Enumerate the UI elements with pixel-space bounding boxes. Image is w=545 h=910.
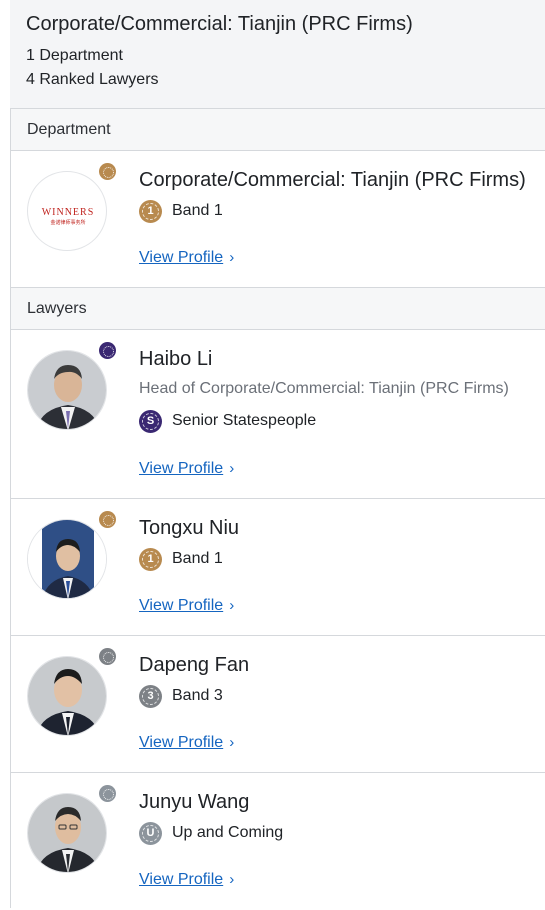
department-count: 1 Department [26, 47, 123, 64]
lawyer-photo [27, 656, 107, 736]
lawyer-band: U Up and Coming [139, 821, 283, 845]
firm-logo: WINNERS 金诺律师事务所 [27, 171, 107, 251]
view-profile-link[interactable]: View Profile › [139, 870, 234, 890]
view-profile-label: View Profile [139, 460, 224, 477]
lawyer-photo [27, 793, 107, 873]
rankings-panel: Department WINNERS 金诺律师事务所 Corporate/Com… [10, 108, 545, 908]
section-header-lawyers: Lawyers [11, 288, 545, 330]
section-header-department: Department [11, 109, 545, 151]
band-label: Band 1 [172, 550, 223, 567]
lawyer-name: Junyu Wang [139, 791, 250, 813]
chevron-right-icon: › [229, 460, 235, 477]
firm-logo-wordmark: WINNERS [42, 207, 95, 218]
lawyer-name: Dapeng Fan [139, 654, 250, 676]
lawyer-role: Head of Corporate/Commercial: Tianjin (P… [139, 380, 509, 397]
lawyer-band: 1 Band 1 [139, 547, 223, 571]
up-and-coming-band-icon: U [139, 821, 162, 845]
lawyer-row: Dapeng Fan 3 Band 3 View Profile › [11, 636, 545, 773]
chevron-right-icon: › [229, 597, 235, 614]
up-and-coming-medal-icon [99, 785, 116, 802]
view-profile-label: View Profile [139, 597, 224, 614]
chevron-right-icon: › [229, 871, 235, 888]
ranking-summary: 1 Department 4 Ranked Lawyers [26, 44, 529, 92]
view-profile-label: View Profile [139, 249, 224, 266]
band-3-medal-icon: 3 [139, 684, 162, 708]
senior-statespeople-medal-icon: S [139, 409, 162, 433]
lawyer-photo [27, 350, 107, 430]
silver-medal-icon [99, 648, 116, 665]
lawyer-name: Haibo Li [139, 348, 213, 370]
gold-medal-icon [99, 163, 116, 180]
band-label: Senior Statespeople [172, 412, 317, 429]
department-band: 1 Band 1 [139, 199, 223, 223]
lawyer-photo [27, 519, 107, 599]
lawyer-count: 4 Ranked Lawyers [26, 71, 159, 88]
chevron-right-icon: › [229, 249, 235, 266]
firm-logo-subtext: 金诺律师事务所 [50, 219, 85, 226]
view-profile-link[interactable]: View Profile › [139, 459, 234, 479]
band-1-medal-icon: 1 [139, 547, 162, 571]
page-header: Corporate/Commercial: Tianjin (PRC Firms… [10, 0, 545, 108]
view-profile-label: View Profile [139, 734, 224, 751]
lawyer-name: Tongxu Niu [139, 517, 240, 539]
department-name: Corporate/Commercial: Tianjin (PRC Firms… [139, 169, 526, 191]
view-profile-link[interactable]: View Profile › [139, 733, 234, 753]
senior-statesperson-medal-icon [99, 342, 116, 359]
lawyer-row: Tongxu Niu 1 Band 1 View Profile › [11, 499, 545, 636]
view-profile-label: View Profile [139, 871, 224, 888]
band-1-medal-icon: 1 [139, 199, 162, 223]
chevron-right-icon: › [229, 734, 235, 751]
view-profile-link[interactable]: View Profile › [139, 596, 234, 616]
band-label: Band 3 [172, 687, 223, 704]
gold-medal-icon [99, 511, 116, 528]
band-label: Up and Coming [172, 824, 284, 841]
lawyer-band: S Senior Statespeople [139, 409, 316, 433]
lawyer-row: Junyu Wang U Up and Coming View Profile › [11, 773, 545, 910]
view-profile-link[interactable]: View Profile › [139, 248, 234, 268]
band-label: Band 1 [172, 202, 223, 219]
lawyer-band: 3 Band 3 [139, 684, 223, 708]
department-row: WINNERS 金诺律师事务所 Corporate/Commercial: Ti… [11, 151, 545, 288]
page-title: Corporate/Commercial: Tianjin (PRC Firms… [26, 13, 413, 35]
lawyer-row: Haibo Li Head of Corporate/Commercial: T… [11, 330, 545, 499]
